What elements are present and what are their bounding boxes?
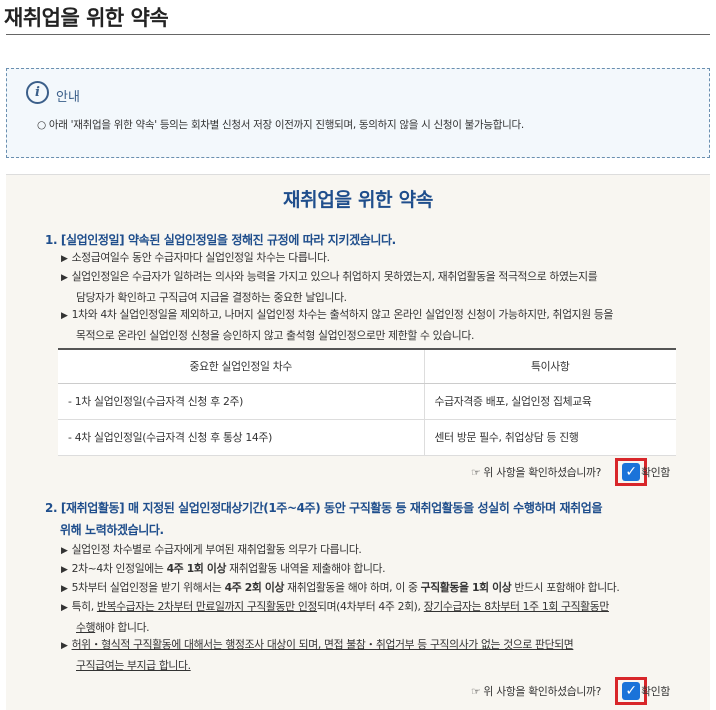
table-cell: - 4차 실업인정일(수급자격 신청 후 통상 14주) <box>58 419 425 456</box>
promise-section: 재취업을 위한 약속 1. [실업인정일] 약속된 실업인정일을 정해진 규정에… <box>6 174 710 710</box>
item2-bullet-1: ▶ 실업인정 차수별로 수급자에게 부여된 재취업활동 의무가 다릅니다. <box>61 543 362 556</box>
table-cell: - 1차 실업인정일(수급자격 신청 후 2주) <box>58 383 425 420</box>
table-header-cell: 특이사항 <box>424 348 676 384</box>
table-row: - 4차 실업인정일(수급자격 신청 후 통상 14주) 센터 방문 필수, 취… <box>58 419 676 456</box>
confirm-question: ☞ 위 사항을 확인하셨습니까? <box>470 466 602 479</box>
promise-title: 재취업을 위한 약속 <box>282 189 434 211</box>
schedule-table: 중요한 실업인정일 차수 특이사항 - 1차 실업인정일(수급자격 신청 후 2… <box>58 348 676 456</box>
item1-confirm: ☞ 위 사항을 확인하셨습니까? ✓ 확인함 <box>471 458 670 486</box>
item2-bullet-4: ▶ 특히, 반복수급자는 2차부터 만료일까지 구직활동만 인정되며(4차부터 4… <box>61 600 609 634</box>
table-cell: 센터 방문 필수, 취업상담 등 진행 <box>424 419 676 456</box>
confirm-label[interactable]: 확인함 <box>641 464 670 480</box>
item2-bullet-2: ▶ 2차~4차 인정일에는 4주 1회 이상 재취업활동 내역을 제출해야 합니다… <box>61 562 386 575</box>
info-icon: i <box>26 81 49 104</box>
item2-bullet-5: ▶ 허위・형식적 구직활동에 대해서는 행정조사 대상이 되며, 면접 불참・취업… <box>61 638 574 672</box>
title-divider <box>6 34 710 35</box>
notice-heading: 안내 <box>56 90 80 105</box>
notice-box: i 안내 ○ 아래 '재취업을 위한 약속' 등의는 회차별 신청서 저장 이전… <box>6 68 710 158</box>
notice-text: ○ 아래 '재취업을 위한 약속' 등의는 회차별 신청서 저장 이전까지 진행… <box>37 119 524 131</box>
item1-bullet-2: ▶ 실업인정일은 수급자가 일하려는 의사와 능력을 가지고 있으나 취업하지 못… <box>61 270 598 304</box>
table-header-cell: 중요한 실업인정일 차수 <box>58 348 425 384</box>
page-title: 재취업을 위한 약속 <box>4 6 169 30</box>
confirm-label[interactable]: 확인함 <box>641 683 670 699</box>
item2-bullet-3: ▶ 5차부터 실업인정을 받기 위해서는 4주 2회 이상 재취업활동을 해야 하… <box>61 581 620 594</box>
table-cell: 수급자격증 배포, 실업인정 집체교육 <box>424 383 676 420</box>
confirm-question: ☞ 위 사항을 확인하셨습니까? <box>470 685 602 698</box>
item1-confirm-checkbox[interactable]: ✓ <box>622 463 641 481</box>
table-row: - 1차 실업인정일(수급자격 신청 후 2주) 수급자격증 배포, 실업인정 … <box>58 383 676 420</box>
item2-heading: 2. [재취업활동] 매 지정된 실업인정대상기간(1주~4주) 동안 구직활동… <box>45 501 603 537</box>
item1-bullet-1: ▶ 소정급여일수 동안 수급자마다 실업인정일 차수는 다릅니다. <box>61 251 330 264</box>
item2-confirm: ☞ 위 사항을 확인하셨습니까? ✓ 확인함 <box>471 677 670 705</box>
item1-bullet-3: ▶ 1차와 4차 실업인정일을 제외하고, 나머지 실업인정 차수는 출석하지 않… <box>61 308 614 342</box>
item2-confirm-checkbox[interactable]: ✓ <box>622 682 641 700</box>
table-header-row: 중요한 실업인정일 차수 특이사항 <box>58 348 676 384</box>
